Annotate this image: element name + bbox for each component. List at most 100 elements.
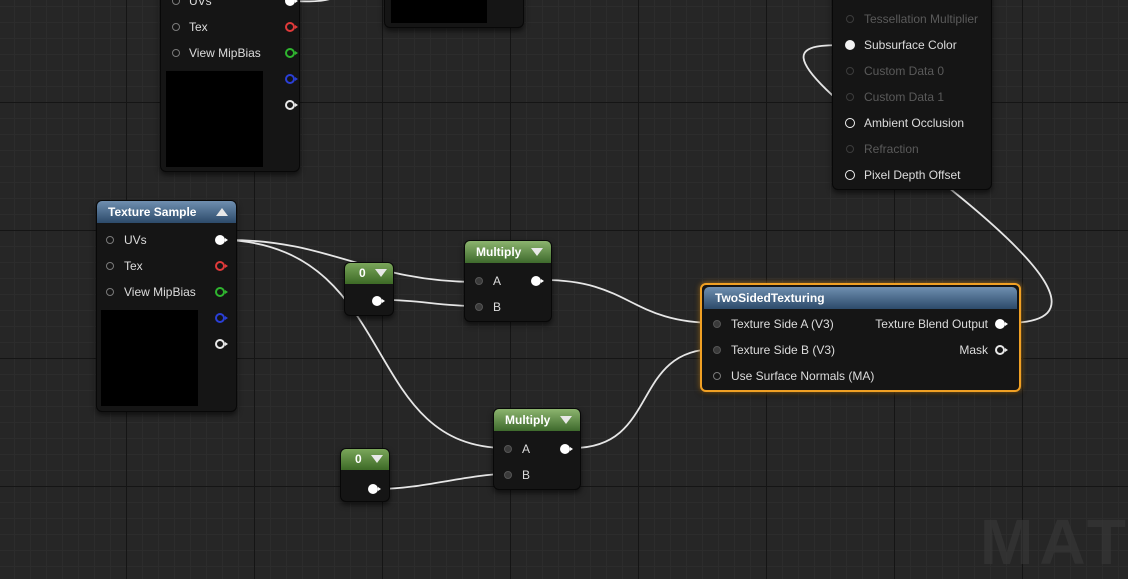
two-sided-texturing-node[interactable]: TwoSidedTexturing Texture Side A (V3) Te… bbox=[700, 283, 1021, 392]
pin-row-pixel-depth-offset: Pixel Depth Offset bbox=[843, 165, 993, 185]
pin-label-texture-blend-output: Texture Blend Output bbox=[875, 317, 988, 331]
uvs-input-pin[interactable] bbox=[172, 0, 180, 5]
pin-label-use-surface-normals: Use Surface Normals (MA) bbox=[731, 369, 875, 383]
graph-watermark: MATE bbox=[980, 506, 1128, 578]
multiply-header[interactable]: Multiply bbox=[494, 409, 580, 431]
pin-label-view-mipbias: View MipBias bbox=[124, 285, 196, 299]
tessellation-multiplier-input-pin[interactable] bbox=[846, 15, 854, 23]
pin-label-texture-side-a: Texture Side A (V3) bbox=[731, 317, 834, 331]
subsurface-color-input-pin[interactable] bbox=[845, 40, 855, 50]
alpha-output-pin[interactable] bbox=[285, 100, 298, 110]
uvs-input-pin[interactable] bbox=[106, 236, 114, 244]
b-input-pin[interactable] bbox=[475, 303, 483, 311]
two-sided-texturing-header[interactable]: TwoSidedTexturing bbox=[704, 287, 1017, 309]
texture-preview bbox=[101, 310, 198, 406]
constant-output-pin[interactable] bbox=[368, 484, 381, 494]
wire-multiply1-to-side-a bbox=[543, 279, 717, 324]
constant-header[interactable]: 0 bbox=[345, 263, 393, 284]
pin-label-subsurface-color: Subsurface Color bbox=[864, 38, 957, 52]
pin-row-view-mipbias: View MipBias bbox=[169, 43, 299, 63]
multiply-node-2[interactable]: Multiply A B bbox=[493, 408, 581, 490]
red-output-pin[interactable] bbox=[285, 22, 298, 32]
custom-data-1-input-pin[interactable] bbox=[846, 93, 854, 101]
pin-label-a: A bbox=[522, 442, 531, 456]
multiply-title: Multiply bbox=[476, 245, 522, 259]
partial-node-top[interactable] bbox=[384, 0, 524, 28]
red-output-pin[interactable] bbox=[215, 261, 228, 271]
pin-row-tex: Tex bbox=[105, 256, 235, 276]
constant-output-pin[interactable] bbox=[372, 296, 385, 306]
pin-label-tessellation-multiplier: Tessellation Multiplier bbox=[864, 12, 979, 26]
wire-const2-to-multiply2-b bbox=[379, 473, 507, 490]
texture-side-b-input-pin[interactable] bbox=[713, 346, 721, 354]
collapse-arrow-icon[interactable] bbox=[531, 248, 543, 256]
multiply-output-pin[interactable] bbox=[531, 276, 544, 286]
partial-node-preview bbox=[391, 0, 487, 23]
pin-row-view-mipbias: View MipBias bbox=[105, 282, 235, 302]
a-input-pin[interactable] bbox=[504, 445, 512, 453]
refraction-input-pin[interactable] bbox=[846, 145, 854, 153]
uvs-output-pin[interactable] bbox=[285, 0, 298, 6]
tex-input-pin[interactable] bbox=[172, 23, 180, 31]
pin-row-texture-blend-output: Texture Blend Output bbox=[862, 314, 1012, 334]
tex-input-pin[interactable] bbox=[106, 262, 114, 270]
wire-multiply2-to-side-b bbox=[572, 348, 717, 449]
pin-label-uvs: UVs bbox=[124, 233, 147, 247]
mask-output-pin[interactable] bbox=[995, 345, 1008, 355]
b-input-pin[interactable] bbox=[504, 471, 512, 479]
pin-row-subsurface-color: Subsurface Color bbox=[843, 35, 993, 55]
pin-row-b: B bbox=[502, 465, 582, 485]
constant-node-2[interactable]: 0 bbox=[340, 448, 390, 502]
blue-output-pin[interactable] bbox=[215, 313, 228, 323]
pin-row-tessellation-multiplier: Tessellation Multiplier bbox=[843, 9, 993, 29]
pin-label-b: B bbox=[522, 468, 531, 482]
collapse-arrow-icon[interactable] bbox=[560, 416, 572, 424]
texture-sample-title: Texture Sample bbox=[108, 205, 197, 219]
pin-label-texture-side-b: Texture Side B (V3) bbox=[731, 343, 836, 357]
pin-row-custom-data-0: Custom Data 0 bbox=[843, 61, 993, 81]
texture-sample-node[interactable]: Texture Sample UVs Tex View MipBias bbox=[96, 200, 237, 412]
pin-label-tex: Tex bbox=[189, 20, 208, 34]
pin-label-refraction: Refraction bbox=[864, 142, 919, 156]
multiply-output-pin[interactable] bbox=[560, 444, 573, 454]
pin-label-custom-data-1: Custom Data 1 bbox=[864, 90, 945, 104]
texture-side-a-input-pin[interactable] bbox=[713, 320, 721, 328]
pin-label-ambient-occlusion: Ambient Occlusion bbox=[864, 116, 965, 130]
view-mipbias-input-pin[interactable] bbox=[106, 288, 114, 296]
texture-sample-node-top[interactable]: UVs Tex View MipBias bbox=[160, 0, 300, 172]
texture-sample-header[interactable]: Texture Sample bbox=[97, 201, 236, 223]
collapse-arrow-icon[interactable] bbox=[375, 269, 387, 277]
collapse-arrow-icon[interactable] bbox=[216, 208, 228, 216]
constant-header[interactable]: 0 bbox=[341, 449, 389, 470]
constant-node-1[interactable]: 0 bbox=[344, 262, 394, 316]
pin-row-use-surface-normals: Use Surface Normals (MA) bbox=[710, 366, 1010, 386]
pin-row-uvs: UVs bbox=[169, 0, 299, 11]
custom-data-0-input-pin[interactable] bbox=[846, 67, 854, 75]
pin-label-view-mipbias: View MipBias bbox=[189, 46, 261, 60]
pixel-depth-offset-input-pin[interactable] bbox=[845, 170, 855, 180]
pin-row-ambient-occlusion: Ambient Occlusion bbox=[843, 113, 993, 133]
pin-row-custom-data-1: Custom Data 1 bbox=[843, 87, 993, 107]
a-input-pin[interactable] bbox=[475, 277, 483, 285]
uvs-output-pin[interactable] bbox=[215, 235, 228, 245]
pin-label-pixel-depth-offset: Pixel Depth Offset bbox=[864, 168, 961, 182]
green-output-pin[interactable] bbox=[285, 48, 298, 58]
green-output-pin[interactable] bbox=[215, 287, 228, 297]
blue-output-pin[interactable] bbox=[285, 74, 298, 84]
pin-label-tex: Tex bbox=[124, 259, 143, 273]
constant-value: 0 bbox=[355, 452, 362, 466]
collapse-arrow-icon[interactable] bbox=[371, 455, 383, 463]
multiply-header[interactable]: Multiply bbox=[465, 241, 551, 263]
use-surface-normals-input-pin[interactable] bbox=[713, 372, 721, 380]
material-result-node[interactable]: Tessellation Multiplier Subsurface Color… bbox=[832, 0, 992, 190]
two-sided-texturing-title: TwoSidedTexturing bbox=[715, 291, 825, 305]
pin-label-uvs: UVs bbox=[189, 0, 212, 8]
pin-row-mask: Mask bbox=[862, 340, 1012, 360]
multiply-node-1[interactable]: Multiply A B bbox=[464, 240, 552, 322]
pin-label-mask: Mask bbox=[959, 343, 988, 357]
alpha-output-pin[interactable] bbox=[215, 339, 228, 349]
texture-blend-output-pin[interactable] bbox=[995, 319, 1008, 329]
pin-row-tex: Tex bbox=[169, 17, 299, 37]
ambient-occlusion-input-pin[interactable] bbox=[845, 118, 855, 128]
view-mipbias-input-pin[interactable] bbox=[172, 49, 180, 57]
